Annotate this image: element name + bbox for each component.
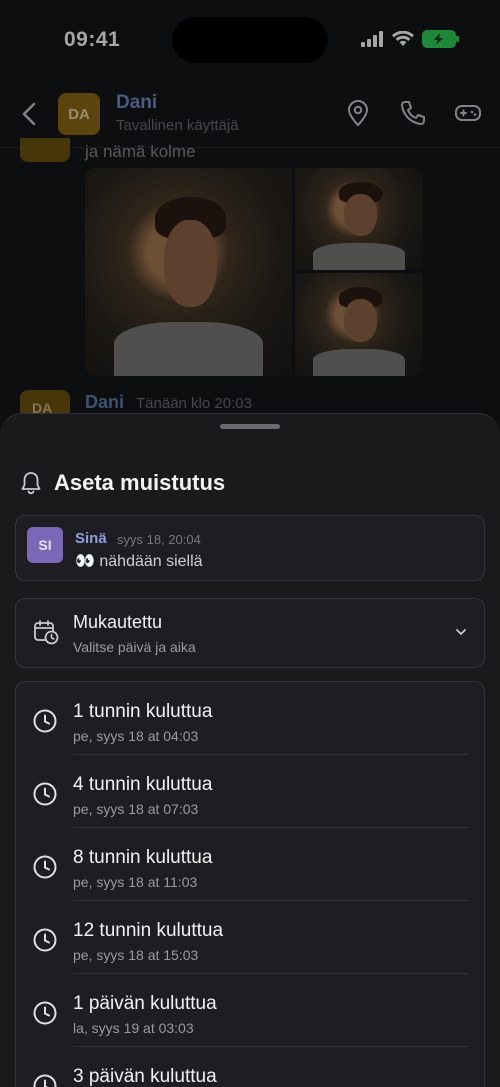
reminder-option[interactable]: 8 tunnin kuluttua pe, syys 18 at 11:03: [16, 828, 484, 901]
reminder-option[interactable]: 1 tunnin kuluttua pe, syys 18 at 04:03: [16, 682, 484, 755]
option-time: pe, syys 18 at 11:03: [73, 874, 198, 890]
option-label: 1 tunnin kuluttua: [73, 701, 213, 722]
preview-avatar: SI: [27, 527, 63, 563]
clock-icon: [33, 928, 57, 952]
clock-icon: [33, 855, 57, 879]
clock-icon: [33, 709, 57, 733]
reminder-option[interactable]: 3 päivän kuluttua: [16, 1047, 484, 1087]
preview-text: 👀 nähdään siellä: [75, 553, 203, 570]
option-time: pe, syys 18 at 04:03: [73, 728, 199, 744]
custom-time-dropdown[interactable]: Mukautettu Valitse päivä ja aika: [15, 598, 485, 668]
custom-sub: Valitse päivä ja aika: [73, 639, 196, 655]
reminder-option[interactable]: 1 päivän kuluttua la, syys 19 at 03:03: [16, 974, 484, 1047]
chevron-down-icon: [456, 629, 466, 635]
option-label: 12 tunnin kuluttua: [73, 920, 224, 941]
message-preview-card: SI Sinä syys 18, 20:04 👀 nähdään siellä: [15, 515, 485, 581]
clock-icon: [33, 1074, 57, 1087]
reminder-options-list: 1 tunnin kuluttua pe, syys 18 at 04:03 4…: [15, 681, 485, 1087]
preview-time: syys 18, 20:04: [117, 532, 201, 547]
reminder-option[interactable]: 12 tunnin kuluttua pe, syys 18 at 15:03: [16, 901, 484, 974]
custom-label: Mukautettu: [73, 612, 163, 632]
calendar-clock-icon: [34, 620, 59, 645]
preview-author: Sinä: [75, 530, 107, 547]
clock-icon: [33, 782, 57, 806]
option-time: pe, syys 18 at 15:03: [73, 947, 199, 963]
option-time: la, syys 19 at 03:03: [73, 1020, 194, 1036]
clock-icon: [33, 1001, 57, 1025]
option-label: 4 tunnin kuluttua: [73, 774, 213, 795]
sheet-title: Aseta muistutus: [54, 470, 226, 495]
reminder-option[interactable]: 4 tunnin kuluttua pe, syys 18 at 07:03: [16, 755, 484, 828]
reminder-sheet: Aseta muistutus SI Sinä syys 18, 20:04 👀…: [0, 413, 500, 1087]
option-label: 1 päivän kuluttua: [73, 993, 217, 1014]
option-time: pe, syys 18 at 07:03: [73, 801, 199, 817]
option-label: 8 tunnin kuluttua: [73, 847, 213, 868]
sheet-grabber[interactable]: [220, 424, 280, 429]
sheet-header: Aseta muistutus: [20, 470, 225, 496]
bell-icon: [21, 472, 41, 495]
option-label: 3 päivän kuluttua: [73, 1066, 217, 1087]
